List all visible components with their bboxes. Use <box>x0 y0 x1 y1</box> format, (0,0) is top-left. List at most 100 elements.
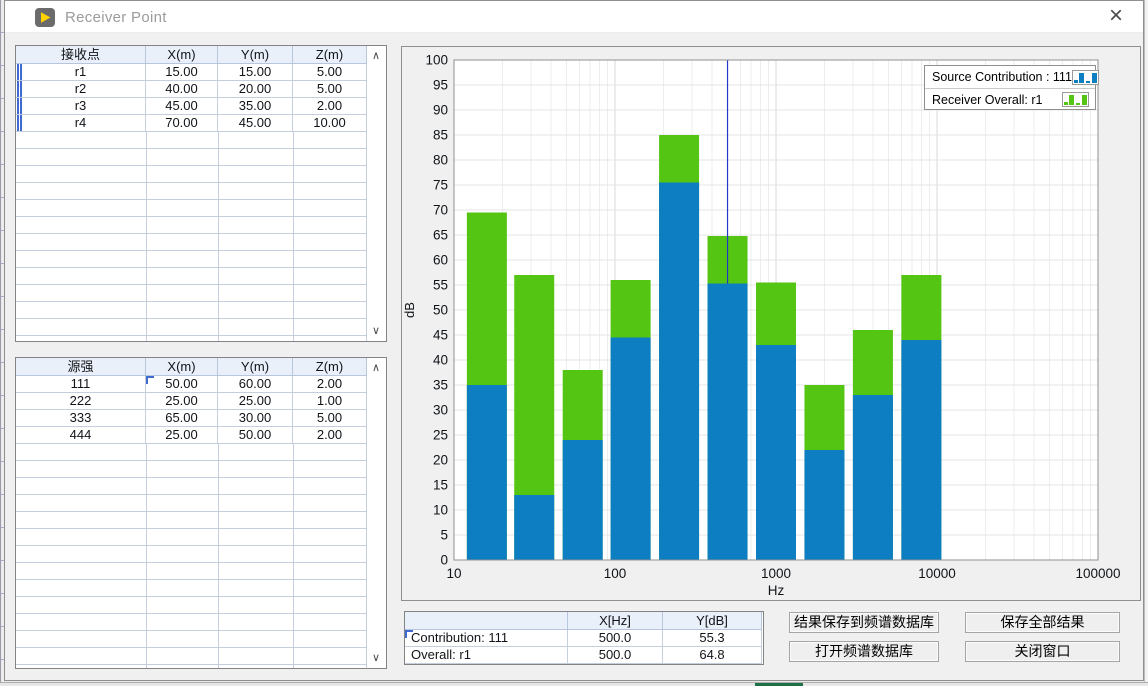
svg-text:20: 20 <box>433 453 448 468</box>
cell[interactable]: Overall: r1 <box>405 647 568 664</box>
cell[interactable]: 5.00 <box>293 81 367 98</box>
spectrum-chart[interactable]: 0510152025303540455055606570758085909510… <box>402 47 1140 600</box>
svg-text:10: 10 <box>446 566 461 581</box>
cell[interactable]: 25.00 <box>146 393 218 410</box>
cell[interactable]: 10.00 <box>293 115 367 132</box>
cell[interactable]: 15.00 <box>218 64 293 81</box>
table-row[interactable]: Contribution: 111 500.0 55.3 <box>405 630 763 647</box>
cell[interactable]: 444 <box>16 427 146 444</box>
cell[interactable]: 45.00 <box>146 98 218 115</box>
svg-text:15: 15 <box>433 478 448 493</box>
cell[interactable]: 222 <box>16 393 146 410</box>
save-results-to-spectrum-db-button[interactable]: 结果保存到频谱数据库 <box>789 612 939 633</box>
svg-text:90: 90 <box>433 103 448 118</box>
column-header: 源强 <box>16 358 146 376</box>
svg-text:80: 80 <box>433 153 448 168</box>
table-row[interactable]: 111 50.00 60.00 2.00 <box>16 376 386 393</box>
bar-series-icon[interactable] <box>1062 92 1089 107</box>
cell[interactable]: 500.0 <box>568 647 663 664</box>
open-spectrum-db-button[interactable]: 打开频谱数据库 <box>789 641 939 662</box>
cell[interactable]: 60.00 <box>218 376 293 393</box>
background-window-right-edge <box>1144 0 1148 685</box>
cell[interactable]: 2.00 <box>293 98 367 115</box>
cell[interactable]: 50.00 <box>218 427 293 444</box>
cursor-readout-table: X[Hz] Y[dB] Contribution: 111 500.0 55.3… <box>404 611 764 665</box>
y-axis-labels: 0510152025303540455055606570758085909510… <box>425 53 448 568</box>
table-row[interactable]: r4 70.00 45.00 10.00 <box>16 115 386 132</box>
cell[interactable]: 40.00 <box>146 81 218 98</box>
column-header: 接收点 <box>16 46 146 64</box>
bar-series-icon[interactable] <box>1072 70 1099 85</box>
cell[interactable]: 65.00 <box>146 410 218 427</box>
cell[interactable]: Contribution: 111 <box>405 630 568 647</box>
cell-selected[interactable]: 50.00 <box>146 376 218 393</box>
table-row[interactable]: r2 40.00 20.00 5.00 <box>16 81 386 98</box>
column-header: Y(m) <box>218 46 293 64</box>
cell[interactable]: 2.00 <box>293 427 367 444</box>
chart-legend: Source Contribution : 111 Receiver Overa… <box>924 65 1096 110</box>
table-row[interactable]: r3 45.00 35.00 2.00 <box>16 98 386 115</box>
svg-text:85: 85 <box>433 128 448 143</box>
table-row[interactable]: 333 65.00 30.00 5.00 <box>16 410 386 427</box>
cell[interactable]: 25.00 <box>218 393 293 410</box>
legend-item-overall[interactable]: Receiver Overall: r1 <box>925 88 1095 110</box>
cell[interactable]: r2 <box>16 81 146 98</box>
cell[interactable]: r1 <box>16 64 146 81</box>
cell[interactable]: 15.00 <box>146 64 218 81</box>
legend-item-contribution[interactable]: Source Contribution : 111 <box>925 66 1095 88</box>
svg-text:100: 100 <box>425 53 448 68</box>
svg-text:100000: 100000 <box>1075 566 1120 581</box>
cell[interactable]: 30.00 <box>218 410 293 427</box>
cell[interactable]: 5.00 <box>293 64 367 81</box>
table-row[interactable]: r1 15.00 15.00 5.00 <box>16 64 386 81</box>
scroll-up-icon[interactable]: ∧ <box>368 361 384 375</box>
cell[interactable]: 70.00 <box>146 115 218 132</box>
column-header: Z(m) <box>293 46 367 64</box>
svg-text:40: 40 <box>433 353 448 368</box>
svg-text:45: 45 <box>433 328 448 343</box>
cell[interactable]: 500.0 <box>568 630 663 647</box>
close-icon[interactable]: × <box>1099 2 1133 32</box>
svg-text:65: 65 <box>433 228 448 243</box>
cell[interactable]: 64.8 <box>663 647 762 664</box>
window-title: Receiver Point <box>65 9 167 26</box>
cell[interactable]: 5.00 <box>293 410 367 427</box>
cell[interactable]: r4 <box>16 115 146 132</box>
svg-text:30: 30 <box>433 403 448 418</box>
svg-text:25: 25 <box>433 428 448 443</box>
scroll-down-icon[interactable]: ∨ <box>368 324 384 338</box>
screen: Receiver Point × 接收点 X(m) Y(m) Z(m) r1 1… <box>0 0 1148 685</box>
svg-text:1000: 1000 <box>761 566 791 581</box>
svg-text:100: 100 <box>604 566 627 581</box>
table-row[interactable]: 444 25.00 50.00 2.00 <box>16 427 386 444</box>
scroll-down-icon[interactable]: ∨ <box>368 651 384 665</box>
column-header: Y[dB] <box>663 612 762 630</box>
y-axis-title: dB <box>402 302 417 318</box>
cell[interactable]: 111 <box>16 376 146 393</box>
table-row[interactable]: Overall: r1 500.0 64.8 <box>405 647 763 664</box>
cell[interactable]: 55.3 <box>663 630 762 647</box>
spectrum-chart-panel: 0510152025303540455055606570758085909510… <box>401 46 1141 601</box>
empty-rows[interactable] <box>16 132 367 341</box>
scroll-up-icon[interactable]: ∧ <box>368 49 384 63</box>
cell[interactable]: r3 <box>16 98 146 115</box>
x-axis-title: Hz <box>768 583 785 598</box>
close-window-button[interactable]: 关闭窗口 <box>965 641 1120 662</box>
svg-text:10: 10 <box>433 503 448 518</box>
svg-text:35: 35 <box>433 378 448 393</box>
cell[interactable]: 35.00 <box>218 98 293 115</box>
table-row[interactable]: 222 25.00 25.00 1.00 <box>16 393 386 410</box>
empty-rows[interactable] <box>16 444 367 668</box>
cell[interactable]: 20.00 <box>218 81 293 98</box>
cell[interactable]: 2.00 <box>293 376 367 393</box>
source-table-header: 源强 X(m) Y(m) Z(m) <box>16 358 386 376</box>
cell[interactable]: 333 <box>16 410 146 427</box>
cell[interactable]: 1.00 <box>293 393 367 410</box>
svg-text:75: 75 <box>433 178 448 193</box>
cell[interactable]: 25.00 <box>146 427 218 444</box>
save-all-results-button[interactable]: 保存全部结果 <box>965 612 1120 633</box>
svg-text:70: 70 <box>433 203 448 218</box>
legend-label: Source Contribution : 111 <box>932 70 1072 84</box>
window-titlebar[interactable]: Receiver Point × <box>5 1 1143 33</box>
cell[interactable]: 45.00 <box>218 115 293 132</box>
